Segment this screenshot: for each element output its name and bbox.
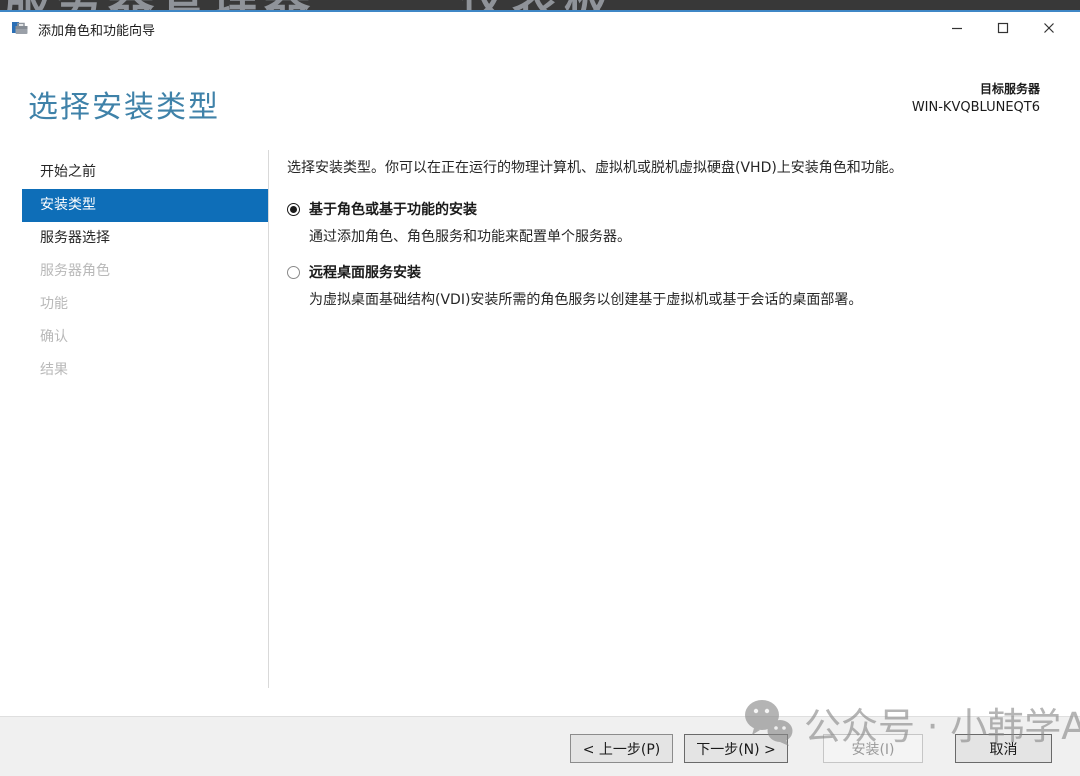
radio-selected-icon[interactable] xyxy=(287,203,300,216)
minimize-icon xyxy=(951,22,963,34)
sidebar-divider xyxy=(268,150,269,688)
option-remote-desktop-install: 远程桌面服务安装 为虚拟桌面基础结构(VDI)安装所需的角色服务以创建基于虚拟机… xyxy=(287,262,862,309)
option-description: 通过添加角色、角色服务和功能来配置单个服务器。 xyxy=(309,226,631,246)
sidebar-item-confirmation: 确认 xyxy=(0,321,268,354)
install-button: 安装(I) xyxy=(823,734,923,763)
maximize-button[interactable] xyxy=(980,12,1026,44)
option-role-based-install: 基于角色或基于功能的安装 通过添加角色、角色服务和功能来配置单个服务器。 xyxy=(287,199,631,246)
background-window-strip: 服务器管理器 仪表板 xyxy=(0,0,1080,10)
target-server-name: WIN-KVQBLUNEQT6 xyxy=(912,100,1040,115)
sidebar-item-features: 功能 xyxy=(0,288,268,321)
wizard-toolbox-icon xyxy=(12,20,28,36)
target-server-label: 目标服务器 xyxy=(912,80,1040,97)
sidebar-item-server-selection[interactable]: 服务器选择 xyxy=(0,222,268,255)
background-text-fragment: 仪表板 xyxy=(460,0,616,10)
radio-remote-desktop-install[interactable]: 远程桌面服务安装 xyxy=(287,262,862,282)
next-button[interactable]: 下一步(N) > xyxy=(684,734,788,763)
radio-unselected-icon[interactable] xyxy=(287,266,300,279)
wizard-steps-sidebar: 开始之前 安装类型 服务器选择 服务器角色 功能 确认 结果 xyxy=(0,156,268,387)
option-label: 基于角色或基于功能的安装 xyxy=(309,199,477,219)
page-title: 选择安装类型 xyxy=(28,82,220,126)
minimize-button[interactable] xyxy=(934,12,980,44)
sidebar-item-server-roles: 服务器角色 xyxy=(0,255,268,288)
intro-text: 选择安装类型。你可以在正在运行的物理计算机、虚拟机或脱机虚拟硬盘(VHD)上安装… xyxy=(287,157,903,177)
option-description: 为虚拟桌面基础结构(VDI)安装所需的角色服务以创建基于虚拟机或基于会话的桌面部… xyxy=(309,289,862,309)
sidebar-item-before-you-begin[interactable]: 开始之前 xyxy=(0,156,268,189)
close-icon xyxy=(1043,22,1055,34)
close-button[interactable] xyxy=(1026,12,1072,44)
sidebar-item-results: 结果 xyxy=(0,354,268,387)
cancel-button[interactable]: 取消 xyxy=(955,734,1052,763)
option-label: 远程桌面服务安装 xyxy=(309,262,421,282)
previous-button[interactable]: < 上一步(P) xyxy=(570,734,673,763)
window-title: 添加角色和功能向导 xyxy=(38,20,155,39)
target-server-block: 目标服务器 WIN-KVQBLUNEQT6 xyxy=(912,80,1040,115)
window-controls xyxy=(934,12,1072,44)
wizard-footer: < 上一步(P) 下一步(N) > 安装(I) 取消 xyxy=(0,716,1080,776)
maximize-icon xyxy=(997,22,1009,34)
titlebar: 添加角色和功能向导 xyxy=(0,12,1080,44)
radio-role-based-install[interactable]: 基于角色或基于功能的安装 xyxy=(287,199,631,219)
sidebar-item-installation-type[interactable]: 安装类型 xyxy=(22,189,268,222)
background-text-fragment: 服务器管理器 xyxy=(4,0,316,10)
